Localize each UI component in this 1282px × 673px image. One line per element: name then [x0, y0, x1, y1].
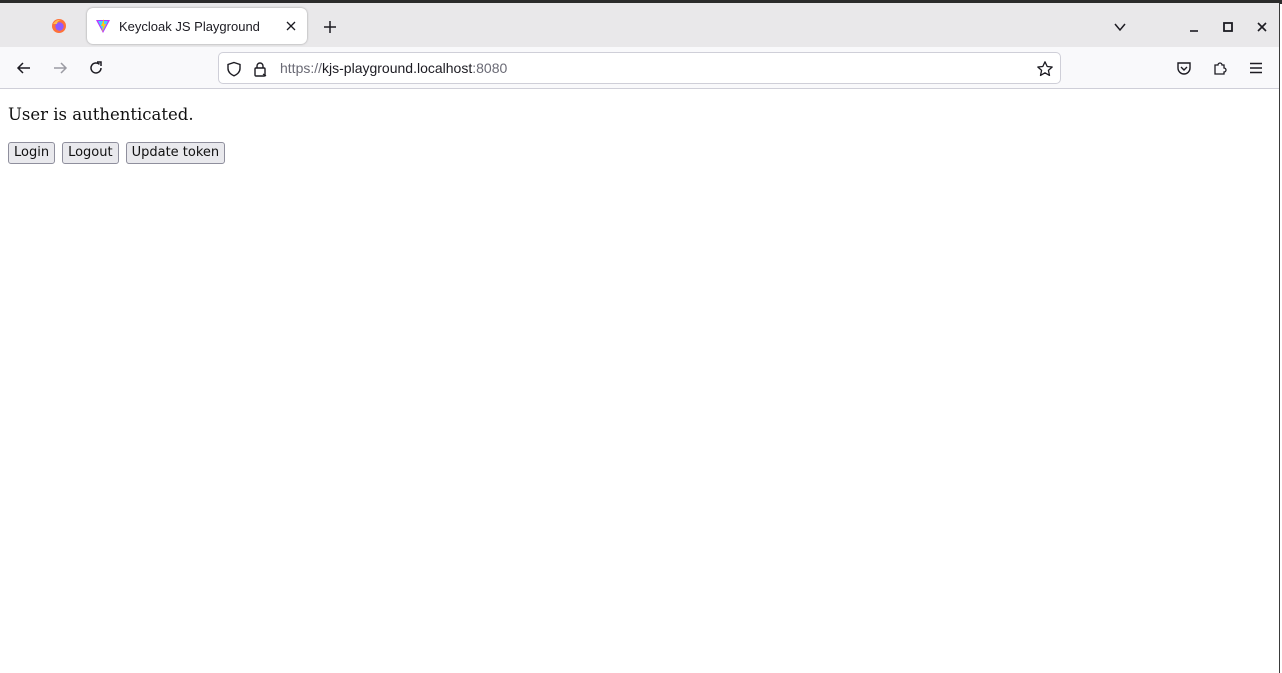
window-close-button[interactable]: [1250, 15, 1274, 39]
update-token-button[interactable]: Update token: [125, 142, 226, 164]
back-arrow-icon: [16, 62, 30, 74]
firefox-view-button[interactable]: [44, 13, 74, 39]
url-text[interactable]: https://kjs-playground.localhost:8080: [280, 60, 507, 76]
chevron-down-icon: [1114, 23, 1126, 32]
tab-keycloak-js-playground[interactable]: Keycloak JS Playground: [87, 8, 307, 44]
reload-button[interactable]: [83, 55, 109, 81]
plus-icon: [324, 21, 336, 33]
back-button[interactable]: [11, 55, 37, 81]
new-tab-button[interactable]: [318, 15, 342, 39]
pocket-icon: [1177, 62, 1191, 75]
url-scheme: https://: [280, 60, 323, 76]
minimize-button[interactable]: [1182, 15, 1206, 39]
lock-icon[interactable]: [251, 60, 269, 78]
maximize-button[interactable]: [1216, 15, 1240, 39]
url-port: :8080: [472, 60, 508, 76]
extensions-button[interactable]: [1207, 55, 1233, 81]
logout-button[interactable]: Logout: [62, 142, 119, 164]
url-bar[interactable]: https://kjs-playground.localhost:8080: [218, 52, 1061, 84]
navigation-toolbar: https://kjs-playground.localhost:8080: [0, 47, 1279, 89]
forward-button[interactable]: [47, 55, 73, 81]
tab-title: Keycloak JS Playground: [119, 18, 260, 34]
page-content: User is authenticated. Login Logout Upda…: [0, 89, 1279, 673]
minimize-icon: [1190, 30, 1198, 32]
auth-status-text: User is authenticated.: [8, 105, 194, 124]
tab-bar: Keycloak JS Playground: [0, 3, 1279, 47]
keycloak-favicon-icon: [96, 19, 110, 33]
url-host: kjs-playground.localhost: [322, 60, 473, 76]
menu-icon: [1250, 62, 1262, 74]
pocket-button[interactable]: [1171, 55, 1197, 81]
forward-arrow-icon: [54, 62, 68, 74]
login-button[interactable]: Login: [8, 142, 56, 164]
list-all-tabs-button[interactable]: [1108, 15, 1132, 39]
firefox-icon: [52, 19, 66, 33]
browser-window: Keycloak JS Playground https://kjs-playg…: [0, 3, 1280, 673]
reload-icon: [90, 61, 102, 74]
close-icon[interactable]: [283, 18, 299, 34]
star-icon[interactable]: [1036, 60, 1054, 78]
app-menu-button[interactable]: [1243, 55, 1269, 81]
action-buttons: Login Logout Update token: [8, 142, 226, 164]
maximize-icon: [1223, 22, 1233, 32]
extensions-icon: [1214, 62, 1227, 75]
shield-icon[interactable]: [225, 60, 243, 78]
window-close-icon: [1257, 22, 1267, 32]
